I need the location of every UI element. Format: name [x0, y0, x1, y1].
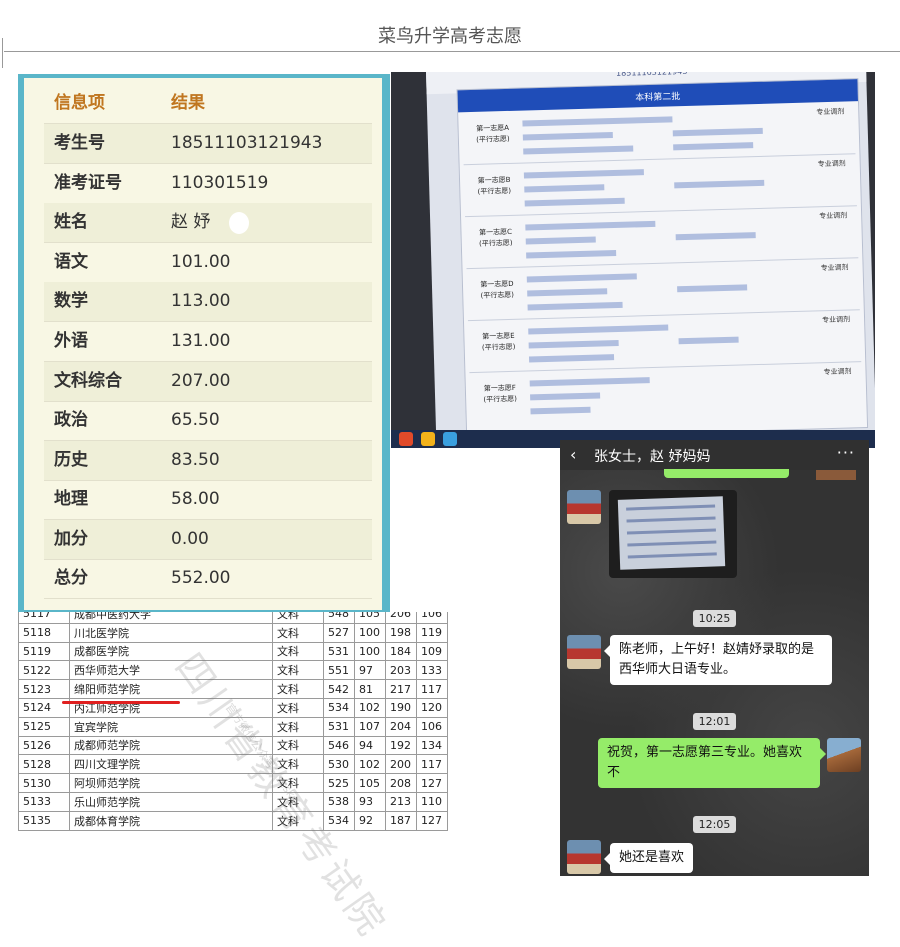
back-icon[interactable]: ‹ [570, 445, 576, 464]
volunteer-label: 第一志愿F (平行志愿) [483, 383, 518, 404]
score-row: 外语 131.00 [44, 322, 372, 362]
monitor-photo: 18511103121943 本科第二批 第一志愿A (平行志愿) 专业调剂 第一… [391, 72, 875, 448]
score-row: 语文 101.00 [44, 243, 372, 283]
table-row: 5118 川北医学院 文科 527 100 198 119 [18, 622, 448, 643]
table-row: 5117 成都中医药大学 文科 548 105 206 106 [18, 612, 448, 624]
score-key: 加分 [54, 529, 88, 549]
image-message[interactable] [609, 490, 737, 578]
score-row: 考生号 18511103121943 [44, 124, 372, 164]
score-key: 准考证号 [54, 173, 122, 193]
score-row: 数学 113.00 [44, 282, 372, 322]
volunteer-form: 本科第二批 第一志愿A (平行志愿) 专业调剂 第一志愿B (平行志愿) 专业调剂 [456, 78, 869, 440]
volunteer-label: 第一志愿E (平行志愿) [481, 331, 516, 352]
score-row: 加分 0.00 [44, 520, 372, 560]
score-value: 0.00 [171, 529, 209, 549]
adjust-checkbox-label: 专业调剂 [820, 263, 849, 273]
volunteer-block: 第一志愿F (平行志愿) 专业调剂 [469, 363, 862, 424]
volunteer-label: 第一志愿C (平行志愿) [478, 227, 513, 248]
table-row: 5133 乐山师范学院 文科 538 93 213 110 [18, 791, 448, 812]
score-key: 政治 [54, 410, 88, 430]
score-key: 历史 [54, 450, 88, 470]
more-icon[interactable]: ··· [837, 443, 855, 462]
score-value: 83.50 [171, 450, 220, 470]
score-row: 总分 552.00 [44, 559, 372, 599]
score-key: 语文 [54, 252, 88, 272]
adjust-checkbox-label: 专业调剂 [819, 211, 848, 221]
score-row: 历史 83.50 [44, 441, 372, 481]
score-result-panel: 信息项 结果 考生号 18511103121943 准考证号 110301519… [18, 74, 390, 612]
page-title: 菜鸟升学高考志愿 [378, 26, 522, 47]
score-key: 考生号 [54, 133, 105, 153]
application-form-screen: 18511103121943 本科第二批 第一志愿A (平行志愿) 专业调剂 第一… [425, 72, 875, 448]
score-value: 207.00 [171, 371, 231, 391]
previous-message-fragment [664, 469, 789, 478]
score-value: 113.00 [171, 291, 231, 311]
timestamp: 10:25 [560, 607, 869, 627]
table-row: 5130 阿坝师范学院 文科 525 105 208 127 [18, 773, 448, 793]
score-key: 文科综合 [54, 371, 122, 391]
page-header: 菜鸟升学高考志愿 [0, 0, 900, 68]
start-icon [399, 432, 413, 446]
score-key: 姓名 [54, 212, 88, 232]
browser-icon [443, 432, 457, 446]
score-value: 552.00 [171, 568, 231, 588]
score-value: 18511103121943 [171, 133, 323, 153]
score-row: 准考证号 110301519 [44, 164, 372, 204]
score-key: 数学 [54, 291, 88, 311]
score-row: 地理 58.00 [44, 480, 372, 520]
timestamp: 12:01 [560, 710, 869, 730]
score-value: 65.50 [171, 410, 220, 430]
avatar[interactable] [567, 840, 601, 874]
score-result-card: 信息项 结果 考生号 18511103121943 准考证号 110301519… [24, 78, 382, 610]
volunteer-label: 第一志愿B (平行志愿) [477, 175, 512, 196]
score-value: 110301519 [171, 173, 269, 193]
avatar[interactable] [827, 738, 861, 772]
folder-icon [421, 432, 435, 446]
timestamp: 12:05 [560, 813, 869, 833]
score-key: 总分 [54, 568, 88, 588]
adjust-checkbox-label: 专业调剂 [816, 107, 845, 117]
score-value: 赵 妤 [171, 212, 211, 232]
volunteer-label: 第一志愿A (平行志愿) [476, 123, 510, 144]
message-bubble[interactable]: 陈老师，上午好！赵婧妤录取的是西华师大日语专业。 [604, 635, 832, 685]
score-row: 政治 65.50 [44, 401, 372, 441]
adjust-checkbox-label: 专业调剂 [823, 367, 852, 377]
score-key: 外语 [54, 331, 88, 351]
score-header-value: 结果 [171, 93, 205, 113]
chat-screenshot: ‹ 张女士，赵 妤妈妈 ··· 10:25 陈老师，上午好！赵婧妤录取的是西华师… [560, 440, 869, 876]
header-edge-mark [2, 38, 3, 68]
image-thumbnail [617, 496, 726, 570]
score-value: 131.00 [171, 331, 231, 351]
candidate-code: 18511103121943 [615, 72, 688, 78]
score-value: 101.00 [171, 252, 231, 272]
privacy-blur-mark [229, 212, 249, 234]
message-bubble[interactable]: 祝贺，第一志愿第三专业。她喜欢不 [598, 738, 826, 788]
volunteer-label: 第一志愿D (平行志愿) [480, 279, 515, 300]
score-row: 姓名 赵 妤 [44, 203, 372, 243]
score-table-header: 信息项 结果 [44, 84, 372, 124]
chat-title: 张女士，赵 妤妈妈 [594, 449, 711, 465]
header-divider [4, 51, 900, 52]
score-row: 文科综合 207.00 [44, 362, 372, 402]
avatar[interactable] [567, 635, 601, 669]
highlight-underline [62, 701, 180, 704]
message-bubble[interactable]: 她还是喜欢 [603, 843, 694, 873]
score-value: 58.00 [171, 489, 220, 509]
adjust-checkbox-label: 专业调剂 [821, 315, 851, 325]
score-key: 地理 [54, 489, 88, 509]
table-row: 5135 成都体育学院 文科 534 92 187 127 [18, 810, 448, 831]
avatar[interactable] [567, 490, 601, 524]
chat-title-bar: ‹ 张女士，赵 妤妈妈 ··· [560, 440, 869, 470]
table-row: 5119 成都医学院 文科 531 100 184 109 [18, 641, 448, 662]
score-header-key: 信息项 [54, 93, 105, 113]
avatar [816, 470, 856, 480]
adjust-checkbox-label: 专业调剂 [817, 159, 846, 169]
